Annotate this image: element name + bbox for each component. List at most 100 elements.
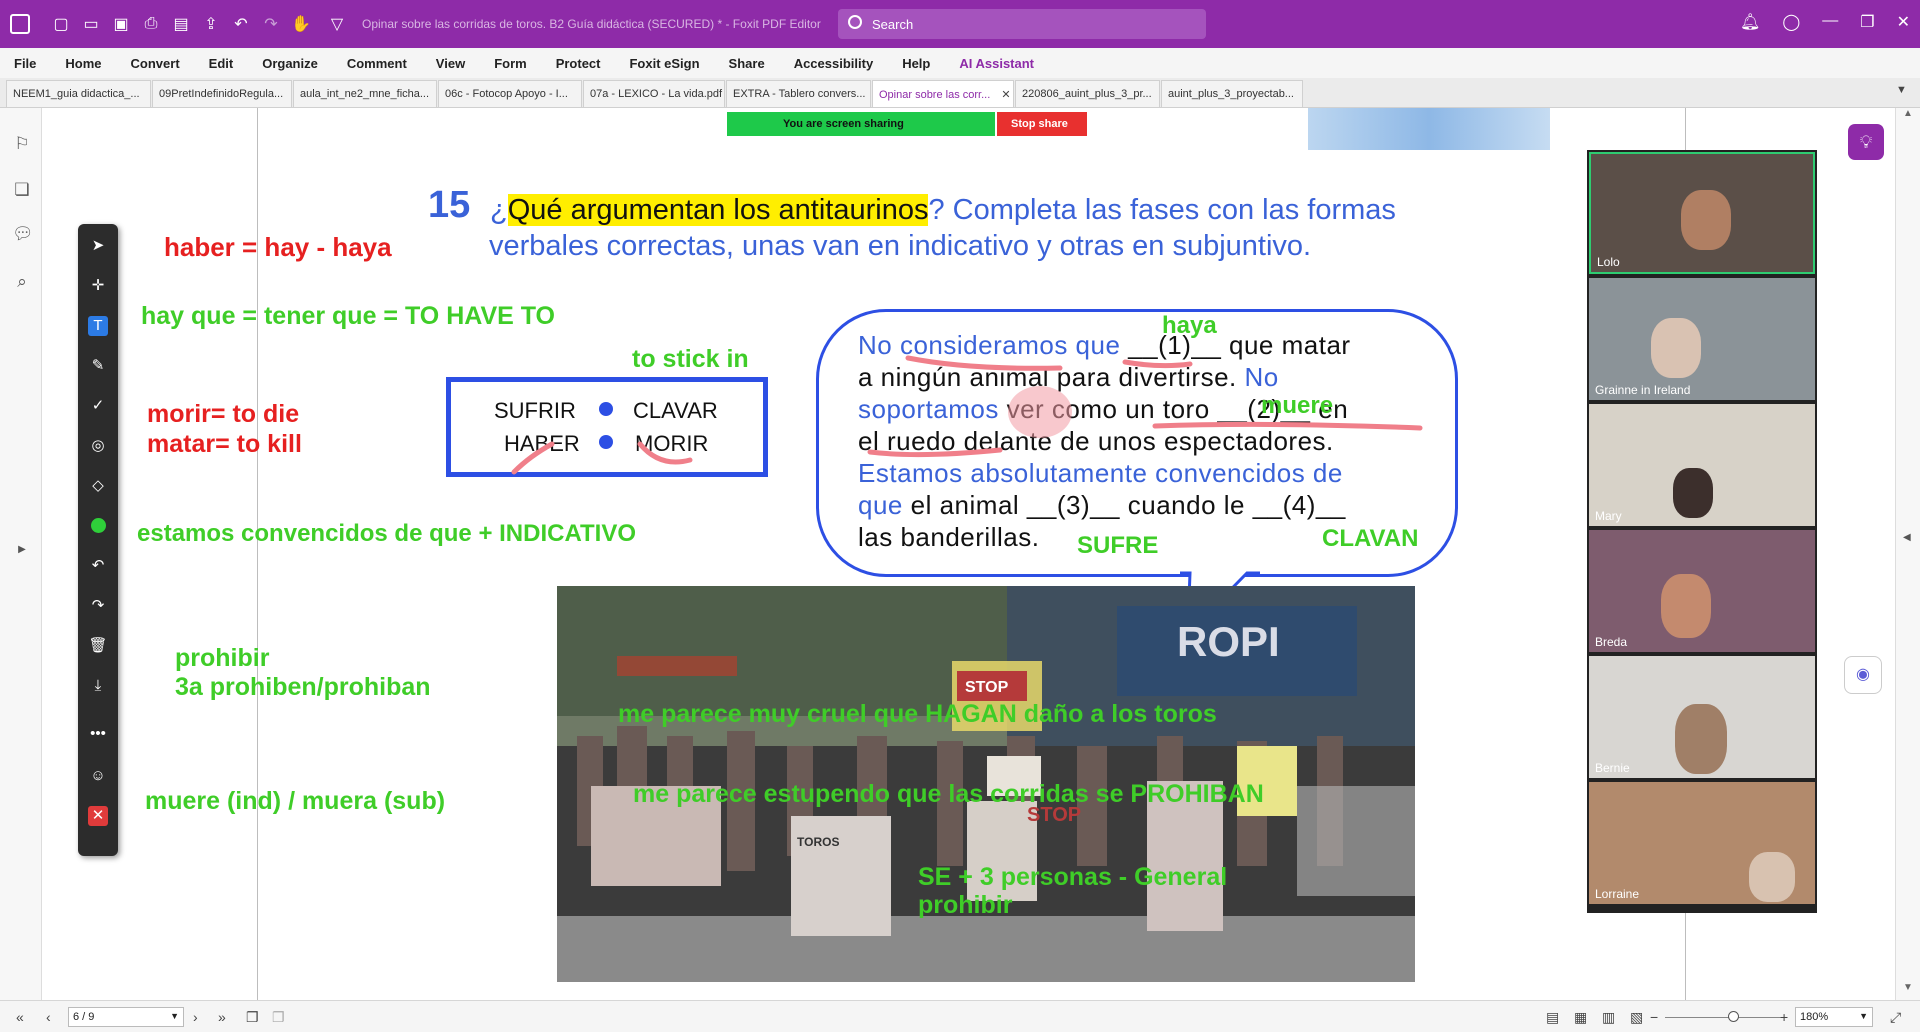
participant-tile[interactable]: Breda <box>1589 530 1815 652</box>
minimize-icon[interactable]: — <box>1822 12 1838 32</box>
facing-page-icon[interactable]: ▥ <box>1602 1009 1615 1026</box>
menu-file[interactable]: File <box>14 56 36 71</box>
new-file-icon[interactable]: ▢ <box>50 13 72 35</box>
export-icon[interactable]: ⇪ <box>200 13 222 35</box>
open-folder-icon[interactable]: ▭ <box>80 13 102 35</box>
menu-comment[interactable]: Comment <box>347 56 407 71</box>
close-icon[interactable]: ✕ <box>1897 12 1910 32</box>
close-toolbar-icon[interactable]: ✕ <box>88 806 108 826</box>
menu-share[interactable]: Share <box>729 56 765 71</box>
trash-icon[interactable]: 🗑︎ <box>88 636 108 656</box>
redo-icon[interactable]: ↷ <box>260 13 282 35</box>
zoom-level: 180% <box>1800 1011 1829 1023</box>
tab-document[interactable]: 09PretIndefinidoRegula... <box>152 80 292 107</box>
screen-share-bar: You are screen sharing Stop share <box>727 112 1087 136</box>
checkmark-icon[interactable]: ✓ <box>88 396 108 416</box>
tab-close-icon[interactable]: ✕ <box>1001 89 1010 101</box>
participant-tile[interactable]: Mary <box>1589 404 1815 526</box>
more-icon[interactable]: ••• <box>88 724 108 744</box>
save-icon[interactable]: ▣ <box>110 13 132 35</box>
move-icon[interactable]: ✛ <box>88 276 108 296</box>
menu-edit[interactable]: Edit <box>209 56 234 71</box>
user-icon[interactable]: ☺ <box>88 766 108 786</box>
color-picker-icon[interactable] <box>88 516 108 536</box>
tab-document[interactable]: EXTRA - Tablero convers... <box>726 80 871 107</box>
pen-icon[interactable]: ✎ <box>88 356 108 376</box>
undo-icon[interactable]: ↶ <box>88 556 108 576</box>
participant-tile[interactable]: Lorraine <box>1589 782 1815 904</box>
menu-protect[interactable]: Protect <box>556 56 601 71</box>
download-icon[interactable]: ⤓ <box>88 676 108 696</box>
collapse-panel-icon[interactable]: ◀ <box>1903 532 1911 543</box>
menu-convert[interactable]: Convert <box>131 56 180 71</box>
account-icon[interactable]: ◯ <box>1782 12 1800 32</box>
menu-help[interactable]: Help <box>902 56 930 71</box>
zoom-dropdown-icon[interactable]: ▼ <box>1859 1011 1868 1021</box>
menu-ai-assistant[interactable]: AI Assistant <box>959 56 1034 71</box>
menu-organize[interactable]: Organize <box>262 56 318 71</box>
attachment-icon[interactable]: ⌕ <box>12 272 32 292</box>
pages-icon[interactable]: ❏ <box>12 180 32 200</box>
single-page-icon[interactable]: ▤ <box>1546 1009 1559 1026</box>
continuous-page-icon[interactable]: ▦ <box>1574 1009 1587 1026</box>
menu-view[interactable]: View <box>436 56 465 71</box>
previous-page-icon[interactable]: ‹ <box>46 1009 51 1025</box>
page-dropdown-icon[interactable]: ▼ <box>170 1011 179 1021</box>
expand-panel-icon[interactable]: ▶ <box>12 544 32 564</box>
bookmark-icon[interactable]: ⚐ <box>12 134 32 154</box>
menu-form[interactable]: Form <box>494 56 527 71</box>
answer-clavan: CLAVAN <box>1322 525 1419 552</box>
print-icon[interactable]: ⎙ <box>140 13 162 35</box>
tab-document[interactable]: 220806_auint_plus_3_pr... <box>1015 80 1160 107</box>
tab-document[interactable]: 06c - Fotocop Apoyo - I... <box>438 80 582 107</box>
first-page-icon[interactable]: « <box>16 1009 24 1025</box>
zoom-slider-handle[interactable] <box>1728 1011 1739 1022</box>
menu-home[interactable]: Home <box>65 56 101 71</box>
page-number-input[interactable]: 6 / 9 ▼ <box>68 1007 184 1027</box>
search-input[interactable]: Search <box>838 9 1206 39</box>
eraser-icon[interactable]: ◇ <box>88 476 108 496</box>
tab-label: Opinar sobre las corr... <box>879 89 991 101</box>
last-page-icon[interactable]: » <box>218 1009 226 1025</box>
instruction-text: ? Completa las fases con las formas <box>928 194 1396 226</box>
tab-active-document[interactable]: Opinar sobre las corr... ✕ <box>872 80 1014 107</box>
participant-tile[interactable]: Lolo <box>1589 152 1815 274</box>
zoom-level-input[interactable]: 180% ▼ <box>1795 1007 1873 1027</box>
fullscreen-icon[interactable]: ⤢ <box>1890 1009 1901 1026</box>
zoom-slider[interactable] <box>1665 1017 1785 1018</box>
text-tool-icon[interactable]: T <box>88 316 108 336</box>
undo-icon[interactable]: ↶ <box>230 13 252 35</box>
tab-document[interactable]: auint_plus_3_proyectab... <box>1161 80 1303 107</box>
participant-tile[interactable]: Grainne in Ireland <box>1589 278 1815 400</box>
stop-share-button[interactable]: Stop share <box>997 112 1087 136</box>
participant-tile[interactable]: Bernie <box>1589 656 1815 778</box>
zoom-out-icon[interactable]: − <box>1650 1009 1658 1025</box>
create-pdf-icon[interactable]: ▤ <box>170 13 192 35</box>
stamp-icon[interactable]: ◎ <box>88 436 108 456</box>
scroll-up-icon[interactable]: ▲ <box>1903 108 1913 119</box>
tab-list-chevron-icon[interactable]: ▼ <box>1896 84 1907 96</box>
ai-assistant-button[interactable]: 💡︎ <box>1848 124 1884 160</box>
tab-document[interactable]: 07a - LEXICO - La vida.pdf <box>583 80 725 107</box>
menu-foxit-esign[interactable]: Foxit eSign <box>629 56 699 71</box>
search-placeholder: Search <box>872 16 914 32</box>
menu-accessibility[interactable]: Accessibility <box>794 56 874 71</box>
next-page-icon[interactable]: › <box>193 1009 198 1025</box>
scroll-down-icon[interactable]: ▼ <box>1903 982 1913 993</box>
tab-document[interactable]: aula_int_ne2_mne_ficha... <box>293 80 437 107</box>
screen-share-status: You are screen sharing <box>727 112 995 136</box>
ai-helper-icon[interactable]: ◉ <box>1844 656 1882 694</box>
page-view-icon[interactable]: ❐ <box>246 1009 259 1026</box>
select-arrow-icon[interactable]: ➤ <box>88 236 108 256</box>
hand-tool-icon[interactable]: ✋ <box>290 13 312 35</box>
photo-sign-toros: TOROS <box>797 835 839 849</box>
restore-icon[interactable]: ❐ <box>1860 12 1874 32</box>
split-view-icon[interactable]: ❐ <box>272 1009 285 1026</box>
zoom-in-icon[interactable]: + <box>1780 1009 1788 1025</box>
bell-icon[interactable]: 🔔︎ <box>1740 12 1760 32</box>
redo-icon[interactable]: ↷ <box>88 596 108 616</box>
customize-toolbar-icon[interactable]: ▽ <box>326 13 348 35</box>
tab-document[interactable]: NEEM1_guia didactica_... <box>6 80 151 107</box>
comments-icon[interactable]: 💬︎ <box>12 224 34 244</box>
continuous-facing-icon[interactable]: ▧ <box>1630 1009 1643 1026</box>
